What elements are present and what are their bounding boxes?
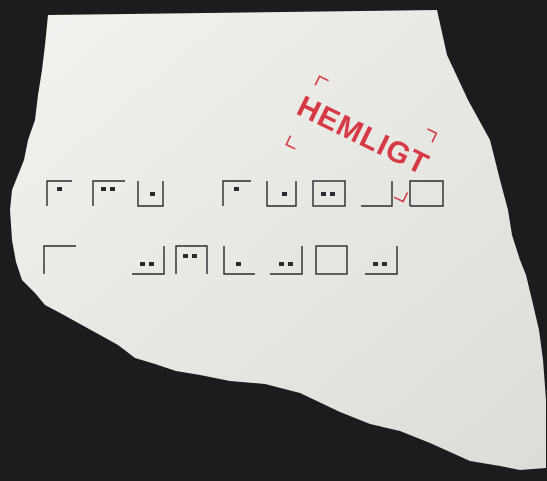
photo-scene: HEMLIGT <box>0 0 547 481</box>
photo-canvas: HEMLIGT <box>10 10 546 470</box>
torn-paper-sheet <box>10 10 546 470</box>
